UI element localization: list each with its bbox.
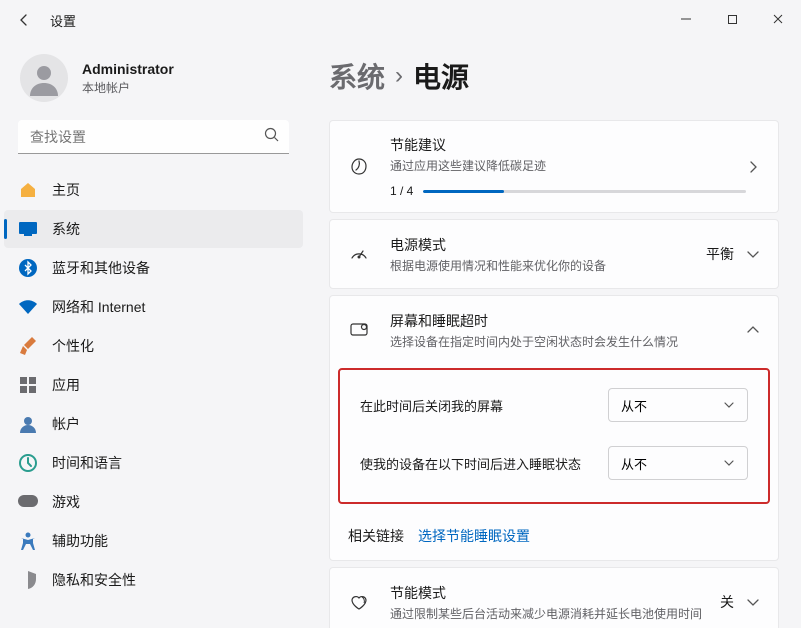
related-links-label: 相关链接 bbox=[348, 526, 404, 546]
sidebar-item-label: 主页 bbox=[52, 180, 80, 200]
page-title: 电源 bbox=[413, 56, 469, 96]
sidebar-item-label: 网络和 Internet bbox=[52, 297, 145, 317]
window-title: 设置 bbox=[50, 11, 76, 30]
back-button[interactable] bbox=[6, 2, 42, 38]
energy-suggestions-card[interactable]: 节能建议 通过应用这些建议降低碳足迹 1 / 4 bbox=[329, 120, 779, 213]
sidebar-item-wifi[interactable]: 网络和 Internet bbox=[4, 288, 303, 326]
card-title: 节能建议 bbox=[390, 135, 746, 155]
sidebar-item-label: 系统 bbox=[52, 219, 80, 239]
card-title: 屏幕和睡眠超时 bbox=[390, 311, 746, 331]
screen-icon bbox=[348, 319, 370, 341]
brush-icon bbox=[18, 336, 38, 356]
saver-mode-value: 关 bbox=[720, 592, 734, 612]
saver-mode-card[interactable]: 节能模式 通过限制某些后台活动来减少电源消耗并延长电池使用时间 关 bbox=[329, 567, 779, 628]
card-title: 电源模式 bbox=[390, 235, 706, 255]
breadcrumb-parent[interactable]: 系统 bbox=[329, 56, 385, 96]
card-title: 节能模式 bbox=[390, 583, 720, 603]
system-icon bbox=[18, 219, 38, 239]
card-subtitle: 选择设备在指定时间内处于空闲状态时会发生什么情况 bbox=[390, 333, 746, 350]
progress-label: 1 / 4 bbox=[390, 184, 413, 198]
profile-subtitle: 本地帐户 bbox=[82, 79, 174, 96]
sidebar-item-label: 时间和语言 bbox=[52, 453, 122, 473]
account-icon bbox=[18, 414, 38, 434]
close-button[interactable] bbox=[755, 0, 801, 38]
time-icon bbox=[18, 453, 38, 473]
chevron-down-icon bbox=[746, 597, 760, 607]
leaf-icon bbox=[348, 156, 370, 178]
sidebar-item-home[interactable]: 主页 bbox=[4, 171, 303, 209]
sleep-label: 使我的设备在以下时间后进入睡眠状态 bbox=[360, 454, 608, 473]
sidebar-item-apps[interactable]: 应用 bbox=[4, 366, 303, 404]
sidebar-item-label: 应用 bbox=[52, 375, 80, 395]
chevron-up-icon bbox=[746, 325, 760, 335]
sidebar-item-time[interactable]: 时间和语言 bbox=[4, 444, 303, 482]
sidebar-item-label: 个性化 bbox=[52, 336, 94, 356]
sidebar-item-system[interactable]: 系统 bbox=[4, 210, 303, 248]
power-mode-card[interactable]: 电源模式 根据电源使用情况和性能来优化你的设备 平衡 bbox=[329, 219, 779, 289]
accessibility-icon bbox=[18, 531, 38, 551]
chevron-down-icon bbox=[746, 249, 760, 259]
games-icon bbox=[18, 492, 38, 512]
sidebar-item-account[interactable]: 帐户 bbox=[4, 405, 303, 443]
progress-bar bbox=[423, 190, 746, 193]
screen-sleep-card: 屏幕和睡眠超时 选择设备在指定时间内处于空闲状态时会发生什么情况 在此时间后关闭… bbox=[329, 295, 779, 561]
screen-off-select[interactable]: 从不 bbox=[608, 388, 748, 422]
search-input[interactable] bbox=[18, 120, 289, 154]
home-icon bbox=[18, 180, 38, 200]
apps-icon bbox=[18, 375, 38, 395]
screen-sleep-header[interactable]: 屏幕和睡眠超时 选择设备在指定时间内处于空闲状态时会发生什么情况 bbox=[330, 296, 778, 364]
sidebar-item-games[interactable]: 游戏 bbox=[4, 483, 303, 521]
privacy-icon bbox=[18, 570, 38, 590]
related-link[interactable]: 选择节能睡眠设置 bbox=[418, 526, 530, 546]
profile-section[interactable]: Administrator 本地帐户 bbox=[0, 44, 307, 120]
sidebar-item-accessibility[interactable]: 辅助功能 bbox=[4, 522, 303, 560]
maximize-button[interactable] bbox=[709, 0, 755, 38]
chevron-right-icon bbox=[746, 160, 760, 174]
profile-name: Administrator bbox=[82, 61, 174, 77]
card-subtitle: 通过应用这些建议降低碳足迹 bbox=[390, 157, 746, 174]
bluetooth-icon bbox=[18, 258, 38, 278]
sidebar-item-brush[interactable]: 个性化 bbox=[4, 327, 303, 365]
card-subtitle: 通过限制某些后台活动来减少电源消耗并延长电池使用时间 bbox=[390, 605, 720, 622]
wifi-icon bbox=[18, 297, 38, 317]
minimize-button[interactable] bbox=[663, 0, 709, 38]
avatar bbox=[20, 54, 68, 102]
screen-sleep-options-highlighted: 在此时间后关闭我的屏幕 从不 使我的设备在以下时间后进入睡眠状态 从不 bbox=[338, 368, 770, 504]
screen-off-label: 在此时间后关闭我的屏幕 bbox=[360, 396, 608, 415]
heart-leaf-icon bbox=[348, 591, 370, 613]
sidebar-item-label: 游戏 bbox=[52, 492, 80, 512]
sidebar-item-label: 蓝牙和其他设备 bbox=[52, 258, 150, 278]
sidebar-item-label: 帐户 bbox=[52, 414, 80, 434]
chevron-right-icon: › bbox=[395, 62, 403, 90]
card-subtitle: 根据电源使用情况和性能来优化你的设备 bbox=[390, 257, 706, 274]
power-mode-value: 平衡 bbox=[706, 244, 734, 264]
sleep-select[interactable]: 从不 bbox=[608, 446, 748, 480]
sidebar-item-bluetooth[interactable]: 蓝牙和其他设备 bbox=[4, 249, 303, 287]
gauge-icon bbox=[348, 243, 370, 265]
sidebar-item-label: 隐私和安全性 bbox=[52, 570, 136, 590]
breadcrumb: 系统 › 电源 bbox=[329, 56, 779, 96]
search-icon bbox=[264, 127, 279, 147]
sidebar-item-privacy[interactable]: 隐私和安全性 bbox=[4, 561, 303, 599]
sidebar-item-label: 辅助功能 bbox=[52, 531, 108, 551]
